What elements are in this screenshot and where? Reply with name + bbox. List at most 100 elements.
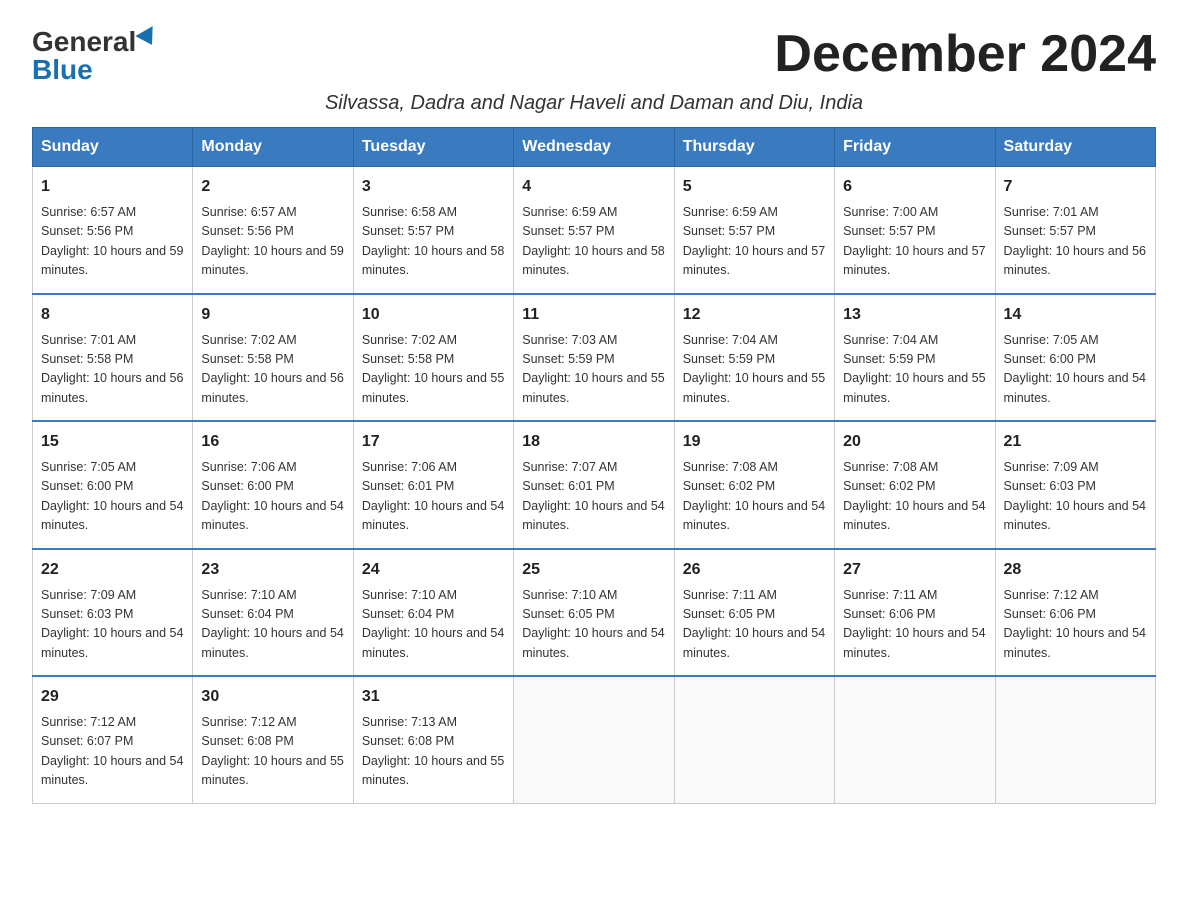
day-number: 7 [1004, 175, 1147, 199]
calendar-cell: 6 Sunrise: 7:00 AMSunset: 5:57 PMDaylight… [835, 167, 995, 294]
logo-blue: Blue [32, 54, 93, 85]
calendar-cell: 21 Sunrise: 7:09 AMSunset: 6:03 PMDayligh… [995, 421, 1155, 549]
day-info: Sunrise: 7:09 AMSunset: 6:03 PMDaylight:… [41, 586, 184, 664]
weekday-header-row: SundayMondayTuesdayWednesdayThursdayFrid… [33, 128, 1156, 167]
calendar-cell: 19 Sunrise: 7:08 AMSunset: 6:02 PMDayligh… [674, 421, 834, 549]
calendar-cell: 16Sunrise: 7:06 AMSunset: 6:00 PMDayligh… [193, 421, 353, 549]
day-number: 13 [843, 303, 986, 327]
calendar-cell [514, 676, 674, 803]
day-info: Sunrise: 7:02 AMSunset: 5:58 PMDaylight:… [362, 331, 505, 409]
day-number: 5 [683, 175, 826, 199]
calendar-cell: 22 Sunrise: 7:09 AMSunset: 6:03 PMDayligh… [33, 549, 193, 677]
calendar-cell: 20 Sunrise: 7:08 AMSunset: 6:02 PMDayligh… [835, 421, 995, 549]
logo-triangle-icon [136, 26, 161, 50]
calendar-cell: 2Sunrise: 6:57 AMSunset: 5:56 PMDaylight… [193, 167, 353, 294]
day-info: Sunrise: 7:07 AMSunset: 6:01 PMDaylight:… [522, 458, 665, 536]
calendar-cell: 3 Sunrise: 6:58 AMSunset: 5:57 PMDaylight… [353, 167, 513, 294]
day-info: Sunrise: 7:08 AMSunset: 6:02 PMDaylight:… [843, 458, 986, 536]
day-number: 3 [362, 175, 505, 199]
day-info: Sunrise: 7:01 AMSunset: 5:57 PMDaylight:… [1004, 203, 1147, 281]
calendar-cell: 5 Sunrise: 6:59 AMSunset: 5:57 PMDaylight… [674, 167, 834, 294]
page-header: General Blue December 2024 [32, 24, 1156, 84]
calendar-cell: 4 Sunrise: 6:59 AMSunset: 5:57 PMDaylight… [514, 167, 674, 294]
calendar-cell: 13 Sunrise: 7:04 AMSunset: 5:59 PMDayligh… [835, 294, 995, 422]
calendar-cell: 18Sunrise: 7:07 AMSunset: 6:01 PMDayligh… [514, 421, 674, 549]
day-number: 30 [201, 685, 344, 709]
day-info: Sunrise: 7:03 AMSunset: 5:59 PMDaylight:… [522, 331, 665, 409]
weekday-header-sunday: Sunday [33, 128, 193, 167]
day-number: 11 [522, 303, 665, 327]
day-number: 25 [522, 558, 665, 582]
calendar-week-row: 15Sunrise: 7:05 AMSunset: 6:00 PMDayligh… [33, 421, 1156, 549]
weekday-header-monday: Monday [193, 128, 353, 167]
logo: General Blue [32, 28, 158, 84]
calendar-week-row: 1 Sunrise: 6:57 AMSunset: 5:56 PMDaylight… [33, 167, 1156, 294]
calendar-cell: 26 Sunrise: 7:11 AMSunset: 6:05 PMDayligh… [674, 549, 834, 677]
weekday-header-tuesday: Tuesday [353, 128, 513, 167]
calendar-cell: 27Sunrise: 7:11 AMSunset: 6:06 PMDayligh… [835, 549, 995, 677]
day-info: Sunrise: 7:02 AMSunset: 5:58 PMDaylight:… [201, 331, 344, 409]
day-info: Sunrise: 7:01 AMSunset: 5:58 PMDaylight:… [41, 331, 184, 409]
day-info: Sunrise: 7:00 AMSunset: 5:57 PMDaylight:… [843, 203, 986, 281]
calendar-cell: 24 Sunrise: 7:10 AMSunset: 6:04 PMDayligh… [353, 549, 513, 677]
weekday-header-wednesday: Wednesday [514, 128, 674, 167]
calendar-week-row: 29 Sunrise: 7:12 AMSunset: 6:07 PMDayligh… [33, 676, 1156, 803]
day-info: Sunrise: 6:59 AMSunset: 5:57 PMDaylight:… [683, 203, 826, 281]
day-number: 28 [1004, 558, 1147, 582]
calendar-cell: 30 Sunrise: 7:12 AMSunset: 6:08 PMDayligh… [193, 676, 353, 803]
calendar-cell: 23Sunrise: 7:10 AMSunset: 6:04 PMDayligh… [193, 549, 353, 677]
day-number: 20 [843, 430, 986, 454]
calendar-cell: 25Sunrise: 7:10 AMSunset: 6:05 PMDayligh… [514, 549, 674, 677]
calendar-week-row: 22 Sunrise: 7:09 AMSunset: 6:03 PMDayligh… [33, 549, 1156, 677]
day-info: Sunrise: 7:09 AMSunset: 6:03 PMDaylight:… [1004, 458, 1147, 536]
day-number: 6 [843, 175, 986, 199]
day-info: Sunrise: 7:12 AMSunset: 6:07 PMDaylight:… [41, 713, 184, 791]
calendar-cell: 15Sunrise: 7:05 AMSunset: 6:00 PMDayligh… [33, 421, 193, 549]
day-info: Sunrise: 7:06 AMSunset: 6:00 PMDaylight:… [201, 458, 344, 536]
calendar-cell: 10 Sunrise: 7:02 AMSunset: 5:58 PMDayligh… [353, 294, 513, 422]
calendar-cell [674, 676, 834, 803]
day-number: 12 [683, 303, 826, 327]
calendar-table: SundayMondayTuesdayWednesdayThursdayFrid… [32, 127, 1156, 804]
day-number: 22 [41, 558, 184, 582]
day-number: 14 [1004, 303, 1147, 327]
day-number: 2 [201, 175, 344, 199]
month-title: December 2024 [774, 24, 1156, 84]
day-info: Sunrise: 6:58 AMSunset: 5:57 PMDaylight:… [362, 203, 505, 281]
weekday-header-saturday: Saturday [995, 128, 1155, 167]
day-number: 26 [683, 558, 826, 582]
day-number: 1 [41, 175, 184, 199]
day-number: 27 [843, 558, 986, 582]
location-subtitle: Silvassa, Dadra and Nagar Haveli and Dam… [32, 92, 1156, 115]
day-info: Sunrise: 7:10 AMSunset: 6:04 PMDaylight:… [362, 586, 505, 664]
day-number: 4 [522, 175, 665, 199]
day-number: 29 [41, 685, 184, 709]
day-number: 31 [362, 685, 505, 709]
calendar-cell: 12Sunrise: 7:04 AMSunset: 5:59 PMDayligh… [674, 294, 834, 422]
calendar-cell: 1 Sunrise: 6:57 AMSunset: 5:56 PMDaylight… [33, 167, 193, 294]
calendar-cell: 31 Sunrise: 7:13 AMSunset: 6:08 PMDayligh… [353, 676, 513, 803]
day-info: Sunrise: 7:05 AMSunset: 6:00 PMDaylight:… [1004, 331, 1147, 409]
day-number: 21 [1004, 430, 1147, 454]
calendar-cell: 29 Sunrise: 7:12 AMSunset: 6:07 PMDayligh… [33, 676, 193, 803]
day-number: 10 [362, 303, 505, 327]
calendar-cell: 7 Sunrise: 7:01 AMSunset: 5:57 PMDaylight… [995, 167, 1155, 294]
day-number: 24 [362, 558, 505, 582]
day-info: Sunrise: 7:11 AMSunset: 6:05 PMDaylight:… [683, 586, 826, 664]
day-info: Sunrise: 7:08 AMSunset: 6:02 PMDaylight:… [683, 458, 826, 536]
day-info: Sunrise: 7:12 AMSunset: 6:08 PMDaylight:… [201, 713, 344, 791]
calendar-cell: 8 Sunrise: 7:01 AMSunset: 5:58 PMDaylight… [33, 294, 193, 422]
weekday-header-friday: Friday [835, 128, 995, 167]
day-info: Sunrise: 6:59 AMSunset: 5:57 PMDaylight:… [522, 203, 665, 281]
day-info: Sunrise: 7:04 AMSunset: 5:59 PMDaylight:… [843, 331, 986, 409]
day-number: 8 [41, 303, 184, 327]
calendar-cell: 28Sunrise: 7:12 AMSunset: 6:06 PMDayligh… [995, 549, 1155, 677]
day-info: Sunrise: 7:13 AMSunset: 6:08 PMDaylight:… [362, 713, 505, 791]
day-number: 19 [683, 430, 826, 454]
calendar-cell: 14 Sunrise: 7:05 AMSunset: 6:00 PMDayligh… [995, 294, 1155, 422]
day-info: Sunrise: 6:57 AMSunset: 5:56 PMDaylight:… [41, 203, 184, 281]
calendar-cell: 17Sunrise: 7:06 AMSunset: 6:01 PMDayligh… [353, 421, 513, 549]
calendar-cell: 9Sunrise: 7:02 AMSunset: 5:58 PMDaylight… [193, 294, 353, 422]
day-info: Sunrise: 7:05 AMSunset: 6:00 PMDaylight:… [41, 458, 184, 536]
day-number: 23 [201, 558, 344, 582]
